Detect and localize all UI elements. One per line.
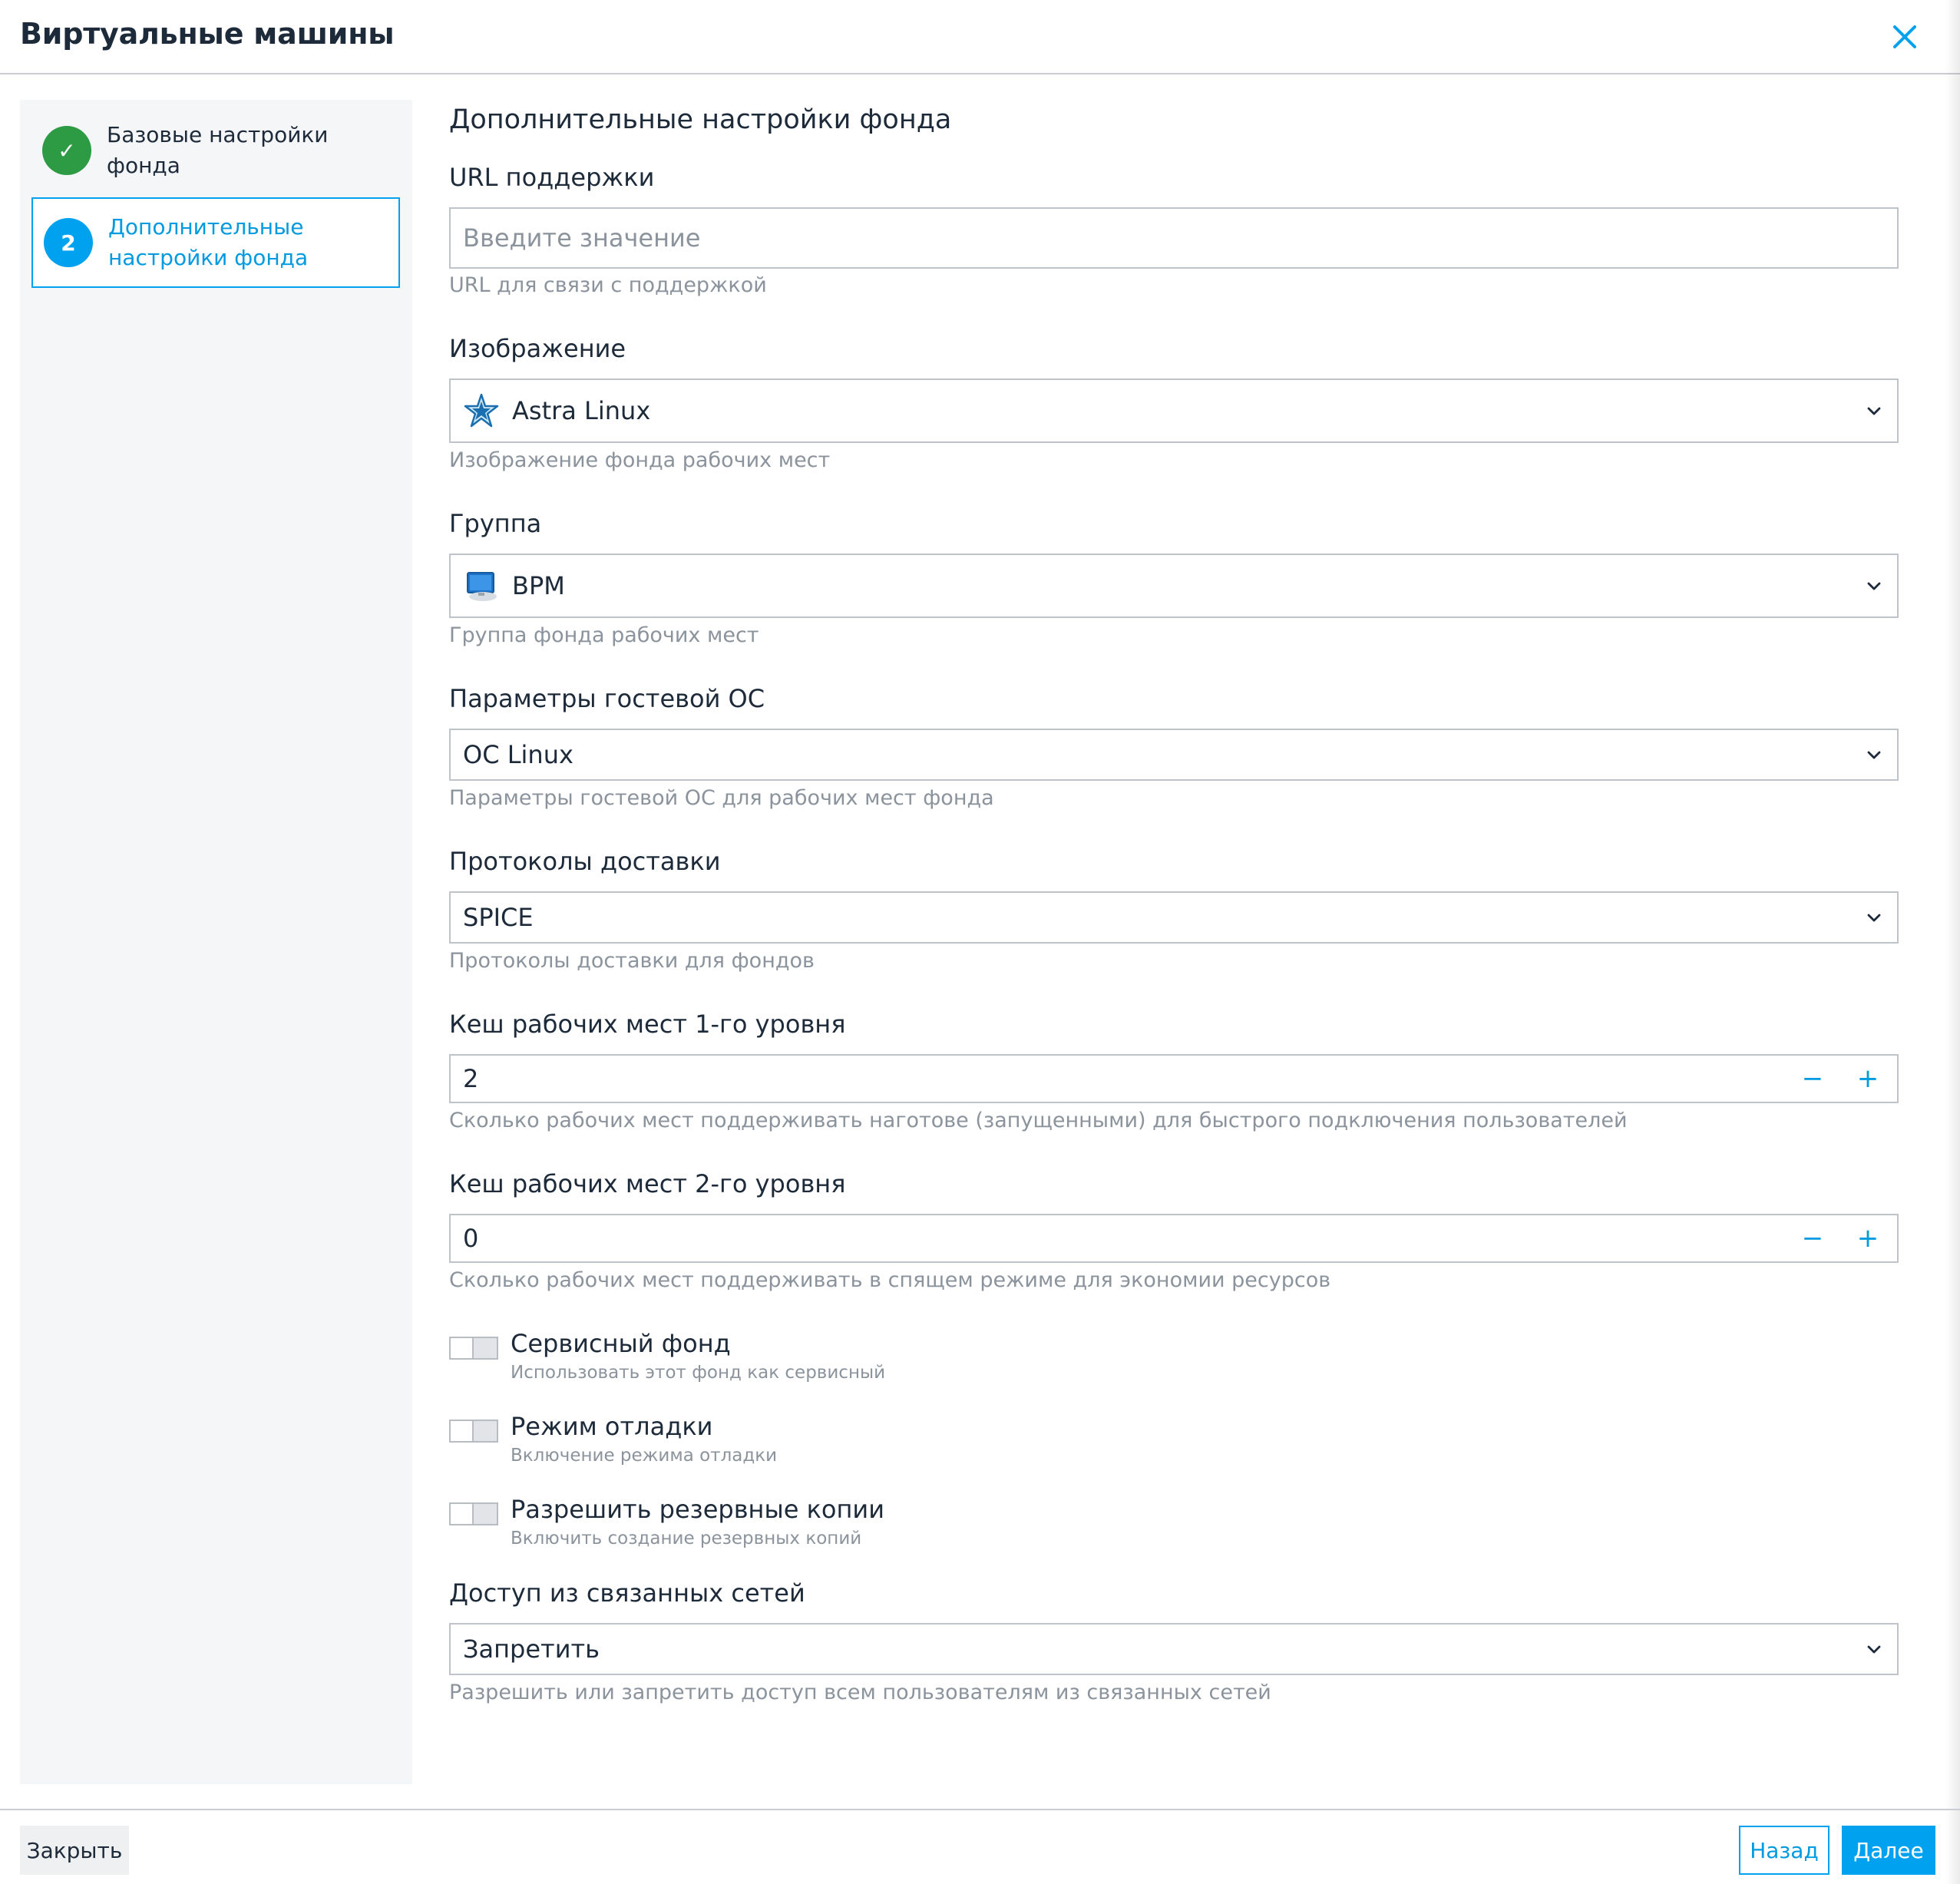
service-pool-toggle[interactable]	[449, 1337, 498, 1360]
backups-toggle-row: Разрешить резервные копии Включить созда…	[449, 1495, 1140, 1561]
step-done-check-icon: ✓	[42, 126, 91, 175]
astra-star-icon	[464, 393, 499, 428]
image-select-value: Astra Linux	[512, 396, 651, 425]
cache-l2-label: Кеш рабочих мест 2-го уровня	[449, 1169, 846, 1198]
linked-networks-help: Разрешить или запретить доступ всем поль…	[449, 1681, 1271, 1704]
debug-mode-toggle[interactable]	[449, 1420, 498, 1443]
close-button[interactable]: Закрыть	[20, 1826, 129, 1875]
support-url-input[interactable]: Введите значение	[449, 207, 1899, 269]
increment-button[interactable]: +	[1851, 1221, 1885, 1255]
monitor-icon	[467, 572, 497, 601]
scrollbar-shadow	[1945, 0, 1960, 1884]
debug-mode-title: Режим отладки	[511, 1412, 713, 1441]
wizard-step-basic-settings[interactable]: ✓ Базовые настройки фонда	[31, 121, 400, 180]
cache-l2-help: Сколько рабочих мест поддерживать в спящ…	[449, 1268, 1331, 1292]
service-pool-title: Сервисный фонд	[511, 1329, 731, 1358]
backups-toggle[interactable]	[449, 1502, 498, 1525]
cache-l1-value[interactable]: 2	[463, 1064, 478, 1093]
backups-subtitle: Включить создание резервных копий	[511, 1529, 862, 1549]
protocols-select[interactable]: SPICE	[449, 891, 1899, 944]
service-pool-toggle-row: Сервисный фонд Использовать этот фонд ка…	[449, 1329, 1140, 1395]
guest-os-label: Параметры гостевой ОС	[449, 684, 765, 713]
debug-mode-subtitle: Включение режима отладки	[511, 1446, 778, 1466]
service-pool-subtitle: Использовать этот фонд как сервисный	[511, 1363, 886, 1383]
close-icon[interactable]	[1886, 15, 1924, 58]
guest-os-select-value: ОС Linux	[463, 740, 573, 769]
chevron-down-icon	[1867, 407, 1881, 415]
image-help: Изображение фонда рабочих мест	[449, 448, 831, 472]
linked-networks-select[interactable]: Запретить	[449, 1623, 1899, 1675]
increment-button[interactable]: +	[1851, 1062, 1885, 1096]
debug-mode-toggle-row: Режим отладки Включение режима отладки	[449, 1412, 1140, 1478]
chevron-down-icon	[1867, 914, 1881, 922]
dialog-footer: Закрыть Назад Далее	[0, 1809, 1960, 1884]
wizard-step-label: Базовые настройки фонда	[107, 122, 329, 178]
protocols-select-value: SPICE	[463, 903, 534, 932]
toggle-knob	[451, 1338, 474, 1358]
next-button[interactable]: Далее	[1842, 1826, 1935, 1875]
support-url-placeholder: Введите значение	[463, 223, 701, 253]
linked-networks-select-value: Запретить	[463, 1634, 600, 1664]
guest-os-help: Параметры гостевой ОС для рабочих мест ф…	[449, 786, 994, 810]
chevron-down-icon	[1867, 751, 1881, 759]
form-panel: Дополнительные настройки фонда URL подде…	[449, 100, 1900, 1784]
image-label: Изображение	[449, 334, 626, 363]
toggle-knob	[451, 1504, 474, 1524]
cache-l2-value[interactable]: 0	[463, 1224, 478, 1253]
image-select[interactable]: Astra Linux	[449, 378, 1899, 443]
group-help: Группа фонда рабочих мест	[449, 623, 759, 647]
cache-l1-label: Кеш рабочих мест 1-го уровня	[449, 1010, 846, 1039]
protocols-label: Протоколы доставки	[449, 847, 721, 876]
chevron-down-icon	[1867, 1645, 1881, 1654]
cache-l1-stepper[interactable]: 2 − +	[449, 1054, 1899, 1103]
group-label: Группа	[449, 509, 542, 538]
chevron-down-icon	[1867, 582, 1881, 590]
dialog-header: Виртуальные машины	[0, 0, 1960, 74]
decrement-button[interactable]: −	[1796, 1221, 1829, 1255]
protocols-help: Протоколы доставки для фондов	[449, 949, 815, 973]
back-button[interactable]: Назад	[1739, 1826, 1829, 1875]
dialog-title: Виртуальные машины	[20, 17, 395, 51]
support-url-help: URL для связи с поддержкой	[449, 273, 767, 297]
guest-os-select[interactable]: ОС Linux	[449, 729, 1899, 781]
wizard-steps-sidebar: ✓ Базовые настройки фонда 2 Дополнительн…	[20, 100, 412, 1784]
wizard-step-additional-settings[interactable]: 2 Дополнительные настройки фонда	[31, 197, 400, 288]
wizard-dialog: Виртуальные машины ✓ Базовые настройки ф…	[0, 0, 1960, 1884]
section-title: Дополнительные настройки фонда	[449, 104, 952, 135]
support-url-label: URL поддержки	[449, 163, 655, 192]
cache-l2-stepper[interactable]: 0 − +	[449, 1214, 1899, 1263]
group-select[interactable]: ВРМ	[449, 554, 1899, 618]
cache-l1-help: Сколько рабочих мест поддерживать нагото…	[449, 1109, 1628, 1132]
decrement-button[interactable]: −	[1796, 1062, 1829, 1096]
toggle-knob	[451, 1421, 474, 1441]
linked-networks-label: Доступ из связанных сетей	[449, 1578, 805, 1608]
backups-title: Разрешить резервные копии	[511, 1495, 885, 1524]
group-select-value: ВРМ	[512, 571, 565, 600]
wizard-step-label: Дополнительные настройки фонда	[108, 214, 309, 270]
step-number-badge: 2	[44, 218, 93, 267]
